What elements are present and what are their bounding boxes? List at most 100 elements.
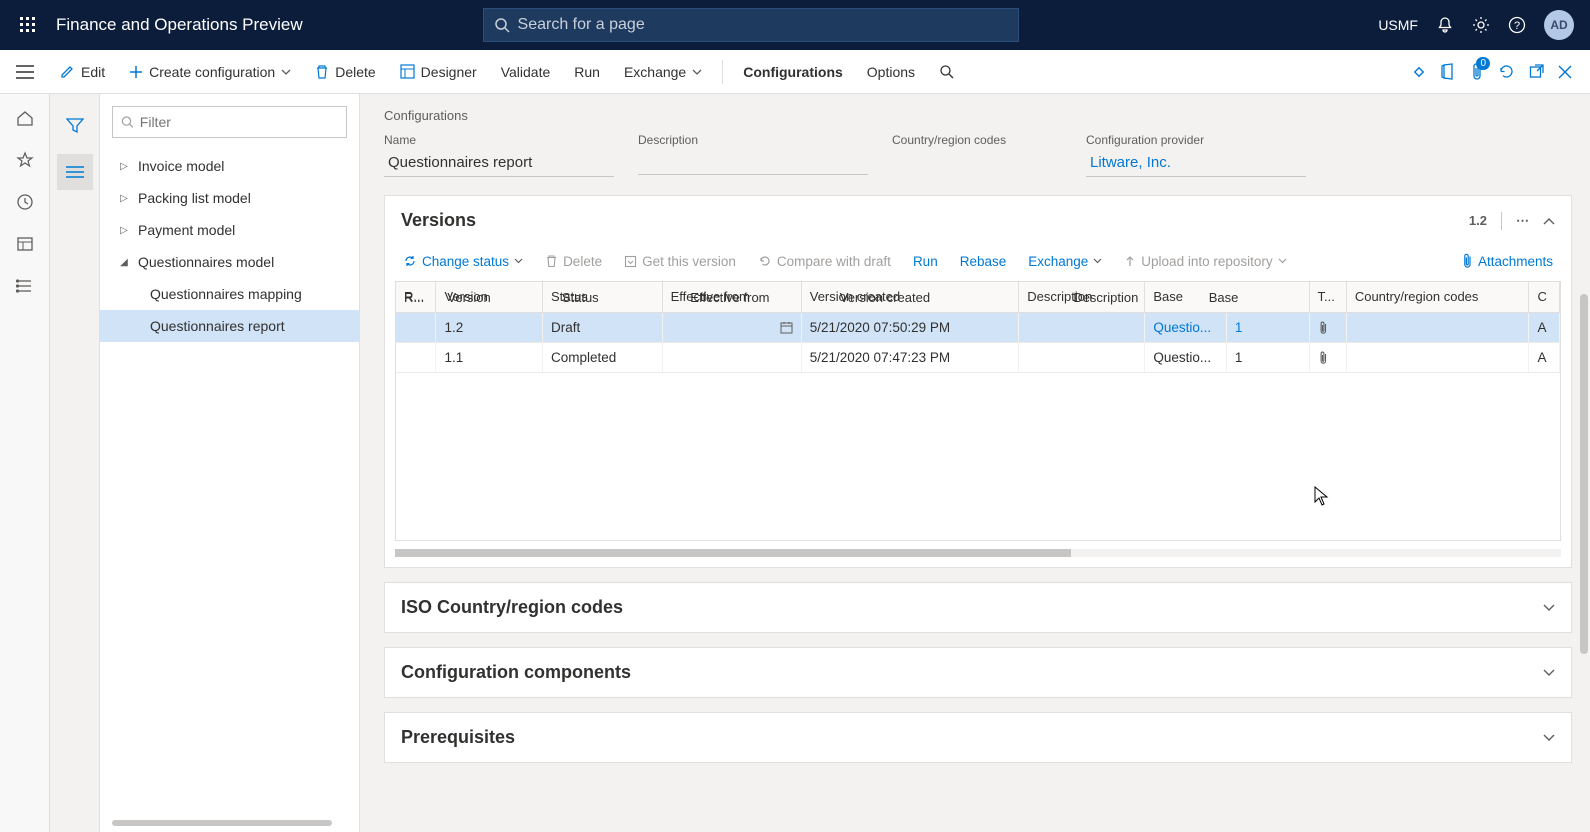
- version-attachments-button[interactable]: Attachments: [1453, 249, 1561, 273]
- validate-button[interactable]: Validate: [491, 58, 561, 86]
- description-value[interactable]: [638, 151, 868, 175]
- gear-icon[interactable]: [1472, 16, 1490, 34]
- tree-filter-input[interactable]: [112, 106, 347, 138]
- version-run-button[interactable]: Run: [905, 250, 946, 273]
- home-icon[interactable]: [15, 108, 35, 128]
- grid-horizontal-scrollbar[interactable]: [395, 549, 1561, 557]
- diamond-icon[interactable]: [1411, 64, 1427, 80]
- trash-icon: [315, 64, 329, 79]
- upload-icon: [1124, 254, 1136, 268]
- chevron-down-icon: [1093, 258, 1102, 264]
- main-content: Configurations Name Questionnaires repor…: [360, 94, 1590, 832]
- compare-with-draft-button: Compare with draft: [750, 250, 899, 273]
- col-c[interactable]: C: [1529, 281, 1560, 313]
- get-this-version-button: Get this version: [616, 250, 744, 273]
- close-icon[interactable]: [1558, 65, 1572, 79]
- chevron-down-icon[interactable]: [1543, 734, 1555, 742]
- tree-horizontal-scrollbar[interactable]: [112, 820, 332, 826]
- chevron-down-icon[interactable]: [1543, 669, 1555, 677]
- col-status[interactable]: Status: [542, 281, 662, 313]
- provider-link[interactable]: Litware, Inc.: [1086, 151, 1306, 177]
- download-icon: [624, 255, 637, 268]
- chevron-down-icon: [281, 69, 291, 75]
- fasttab-header-components[interactable]: Configuration components: [385, 648, 1571, 697]
- field-name: Name Questionnaires report: [384, 133, 614, 177]
- fasttab-versions: Versions 1.2 ⋯ Change status: [384, 195, 1572, 568]
- config-tree: ▷Invoice model ▷Packing list model ▷Paym…: [100, 146, 359, 820]
- chevron-down-icon: [1278, 258, 1287, 264]
- action-pane: Edit Create configuration Delete Designe…: [0, 50, 1590, 94]
- fasttab-prerequisites: Prerequisites: [384, 712, 1572, 763]
- fasttab-header-iso[interactable]: ISO Country/region codes: [385, 583, 1571, 632]
- refresh-icon[interactable]: [1498, 63, 1515, 80]
- search-icon: [494, 17, 510, 33]
- help-icon[interactable]: ?: [1508, 16, 1526, 34]
- field-country-codes: Country/region codes: [892, 133, 1062, 177]
- modules-icon[interactable]: [15, 276, 35, 296]
- chevron-right-icon: ▷: [116, 225, 132, 236]
- chevron-down-icon[interactable]: [1543, 604, 1555, 612]
- more-icon[interactable]: ⋯: [1516, 213, 1529, 229]
- col-r[interactable]: R...: [396, 281, 436, 313]
- create-configuration-button[interactable]: Create configuration: [119, 58, 301, 86]
- bell-icon[interactable]: [1436, 16, 1454, 34]
- config-tree-panel: ▷Invoice model ▷Packing list model ▷Paym…: [100, 94, 360, 832]
- tree-item-payment-model[interactable]: ▷Payment model: [100, 214, 359, 246]
- fasttab-header-prereq[interactable]: Prerequisites: [385, 713, 1571, 762]
- filter-icon[interactable]: [57, 108, 93, 144]
- global-header: Finance and Operations Preview Search fo…: [0, 0, 1590, 50]
- recent-icon[interactable]: [15, 192, 35, 212]
- star-icon[interactable]: [15, 150, 35, 170]
- country-codes-value[interactable]: [892, 151, 1062, 175]
- col-t[interactable]: T...: [1309, 281, 1346, 313]
- options-tab[interactable]: Options: [857, 58, 925, 86]
- col-country-codes[interactable]: Country/region codes: [1346, 281, 1529, 313]
- plus-icon: [129, 65, 143, 79]
- rebase-button[interactable]: Rebase: [952, 250, 1015, 273]
- search-placeholder: Search for a page: [518, 16, 645, 34]
- tree-item-packing-list-model[interactable]: ▷Packing list model: [100, 182, 359, 214]
- version-exchange-button[interactable]: Exchange: [1020, 250, 1110, 273]
- company-picker[interactable]: USMF: [1378, 17, 1418, 33]
- popout-icon[interactable]: [1529, 64, 1544, 79]
- chevron-right-icon: ▷: [116, 161, 132, 172]
- attachments-icon[interactable]: 0: [1470, 63, 1484, 81]
- tree-item-invoice-model[interactable]: ▷Invoice model: [100, 150, 359, 182]
- name-value[interactable]: Questionnaires report: [384, 151, 614, 177]
- header-fields: Name Questionnaires report Description C…: [384, 133, 1572, 177]
- workspaces-icon[interactable]: [15, 234, 35, 254]
- table-row[interactable]: 1.2Draft5/21/2020 07:50:29 PMQuestio...1…: [396, 313, 1560, 343]
- global-search[interactable]: Search for a page: [483, 8, 1019, 42]
- run-button[interactable]: Run: [564, 58, 610, 86]
- configurations-tab[interactable]: Configurations: [733, 58, 853, 86]
- list-icon[interactable]: [57, 154, 93, 190]
- exchange-button[interactable]: Exchange: [614, 58, 712, 86]
- upload-repository-button: Upload into repository: [1116, 250, 1294, 273]
- col-effective[interactable]: Effective from: [662, 281, 801, 313]
- chevron-up-icon[interactable]: [1543, 217, 1555, 225]
- fasttab-header-versions[interactable]: Versions 1.2 ⋯: [385, 196, 1571, 245]
- designer-button[interactable]: Designer: [390, 58, 487, 86]
- chevron-down-icon: [692, 69, 702, 75]
- edit-button[interactable]: Edit: [50, 58, 115, 86]
- table-row[interactable]: 1.1Completed5/21/2020 07:47:23 PMQuestio…: [396, 343, 1560, 373]
- tree-item-questionnaires-model[interactable]: ◢Questionnaires model: [100, 246, 359, 278]
- change-status-button[interactable]: Change status: [395, 250, 531, 273]
- header-right: USMF ? AD: [1378, 10, 1582, 40]
- nav-toggle-icon[interactable]: [0, 65, 50, 79]
- main-vertical-scrollbar[interactable]: [1580, 294, 1588, 654]
- user-avatar[interactable]: AD: [1544, 10, 1574, 40]
- tree-item-questionnaires-report[interactable]: Questionnaires report: [100, 310, 359, 342]
- attachment-count-badge: 0: [1476, 57, 1490, 70]
- chevron-down-icon: [514, 258, 523, 264]
- versions-grid: R... Version Status Effective from Versi…: [395, 281, 1561, 541]
- app-launcher-icon[interactable]: [8, 17, 48, 33]
- action-search-icon[interactable]: [929, 58, 964, 85]
- office-icon[interactable]: [1441, 63, 1456, 80]
- breadcrumb: Configurations: [384, 108, 1572, 123]
- refresh-icon: [758, 254, 772, 268]
- delete-button[interactable]: Delete: [305, 58, 385, 86]
- tree-item-questionnaires-mapping[interactable]: Questionnaires mapping: [100, 278, 359, 310]
- fasttab-components: Configuration components: [384, 647, 1572, 698]
- paperclip-icon: [1461, 253, 1473, 269]
